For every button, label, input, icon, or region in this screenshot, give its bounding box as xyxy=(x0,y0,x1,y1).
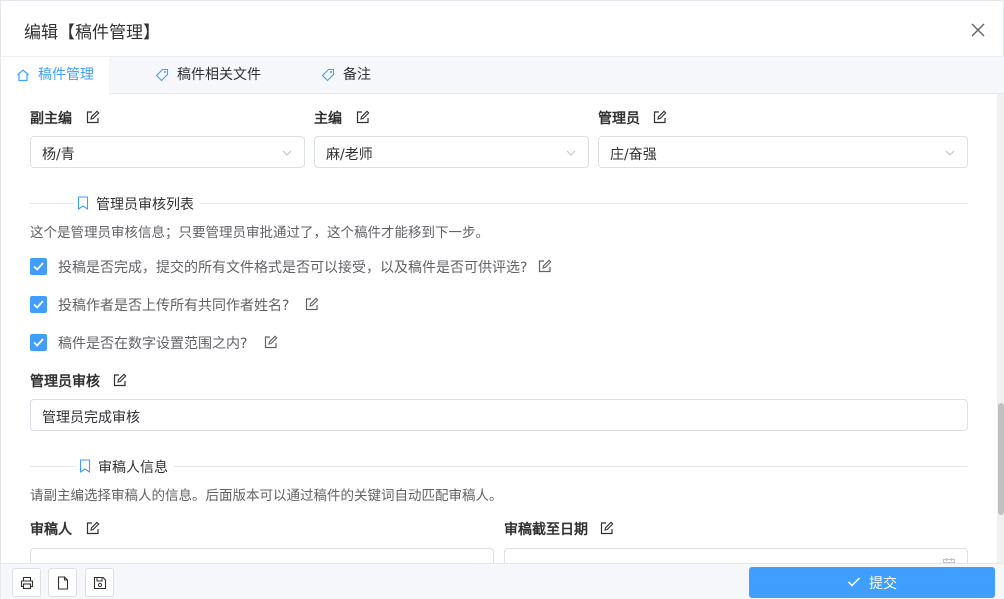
dialog-title: 编辑【稿件管理】 xyxy=(24,23,160,43)
tab-manuscript-management[interactable]: 稿件管理 xyxy=(1,57,109,95)
admin-select[interactable]: 庄/奋强 xyxy=(598,136,968,168)
scrollbar-thumb[interactable] xyxy=(998,403,1004,515)
check-label: 稿件是否在数字设置范围之内? xyxy=(58,336,248,352)
edit-dialog: 编辑【稿件管理】 稿件管理 稿件相关文件 备注 副主编 主编 管理员 杨/青 麻… xyxy=(0,0,1004,599)
submit-button[interactable]: 提交 xyxy=(749,567,995,598)
checkbox-coauthors-uploaded[interactable] xyxy=(30,296,47,313)
edit-icon[interactable] xyxy=(356,110,370,124)
check-icon xyxy=(847,577,861,587)
document-icon xyxy=(77,196,89,210)
chevron-down-icon xyxy=(566,150,576,156)
tab-label: 备注 xyxy=(343,67,371,83)
checkbox-submission-complete[interactable] xyxy=(30,258,47,275)
edit-icon[interactable] xyxy=(538,259,552,273)
dialog-header: 编辑【稿件管理】 xyxy=(1,1,1004,57)
reviewer-label: 审稿人 xyxy=(30,522,72,538)
check-label: 投稿是否完成，提交的所有文件格式是否可以接受，以及稿件是否可供评选? xyxy=(58,260,528,276)
chief-editor-select[interactable]: 麻/老师 xyxy=(314,136,589,168)
chevron-down-icon xyxy=(945,150,955,156)
deputy-editor-select[interactable]: 杨/青 xyxy=(30,136,305,168)
select-value: 庄/奋强 xyxy=(610,147,657,163)
home-icon xyxy=(17,69,29,82)
admin-label: 管理员 xyxy=(598,111,640,127)
save-icon xyxy=(93,576,107,590)
reviewer-select[interactable] xyxy=(30,548,494,563)
document-icon xyxy=(79,459,91,473)
admin-review-divider: 管理员审核列表 xyxy=(74,194,200,214)
check-icon xyxy=(33,300,44,309)
tab-manuscript-files[interactable]: 稿件相关文件 xyxy=(155,57,275,94)
tab-notes[interactable]: 备注 xyxy=(321,57,381,94)
reviewer-description: 请副主编选择审稿人的信息。后面版本可以通过稿件的关键词自动匹配审稿人。 xyxy=(30,488,503,504)
edit-icon[interactable] xyxy=(653,110,667,124)
edit-icon[interactable] xyxy=(113,373,127,387)
save-button[interactable] xyxy=(85,568,114,597)
print-button[interactable] xyxy=(12,568,41,597)
select-value: 麻/老师 xyxy=(326,147,373,163)
deputy-editor-label: 副主编 xyxy=(30,111,72,127)
dialog-footer: 提交 xyxy=(1,563,1004,599)
input-value: 管理员完成审核 xyxy=(42,410,140,426)
reviewer-divider: 审稿人信息 xyxy=(76,457,174,477)
tab-label: 稿件管理 xyxy=(38,67,94,83)
admin-review-input[interactable]: 管理员完成审核 xyxy=(30,399,968,431)
chevron-down-icon xyxy=(282,150,292,156)
edit-icon[interactable] xyxy=(600,521,614,535)
printer-icon xyxy=(20,576,34,590)
reviewer-title: 审稿人信息 xyxy=(98,460,168,476)
tab-bar: 稿件管理 稿件相关文件 备注 xyxy=(1,57,1004,95)
check-icon xyxy=(33,262,44,271)
document-icon xyxy=(57,576,69,590)
edit-icon[interactable] xyxy=(86,521,100,535)
tag-icon xyxy=(155,68,169,82)
select-value: 杨/青 xyxy=(42,147,75,163)
admin-review-description: 这个是管理员审核信息；只要管理员审批通过了，这个稿件才能移到下一步。 xyxy=(30,225,489,241)
form-content: 副主编 主编 管理员 杨/青 麻/老师 庄/奋强 管理员审核列表 这个是管理员审… xyxy=(1,94,997,563)
submit-label: 提交 xyxy=(869,576,897,592)
deadline-date-input[interactable] xyxy=(504,548,968,563)
deadline-label: 审稿截至日期 xyxy=(504,522,588,538)
check-label: 投稿作者是否上传所有共同作者姓名? xyxy=(58,298,290,314)
edit-icon[interactable] xyxy=(305,297,319,311)
close-icon[interactable] xyxy=(969,21,987,39)
chief-editor-label: 主编 xyxy=(314,111,342,127)
admin-review-label: 管理员审核 xyxy=(30,374,100,390)
checkbox-within-range[interactable] xyxy=(30,334,47,351)
edit-icon[interactable] xyxy=(264,335,278,349)
tab-label: 稿件相关文件 xyxy=(177,67,261,83)
tag-icon xyxy=(321,68,335,82)
new-document-button[interactable] xyxy=(48,568,77,597)
check-icon xyxy=(33,338,44,347)
edit-icon[interactable] xyxy=(86,110,100,124)
admin-review-title: 管理员审核列表 xyxy=(96,197,194,213)
